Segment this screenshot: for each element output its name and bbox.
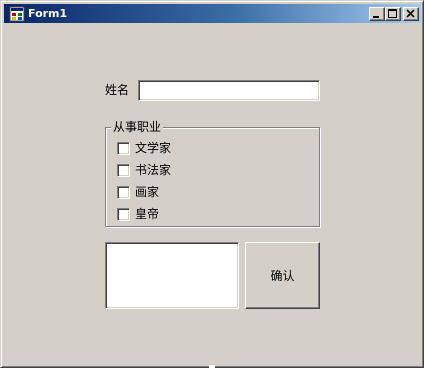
window-title: Form1	[28, 7, 68, 20]
output-textbox[interactable]	[105, 242, 239, 309]
occupation-group-caption: 从事职业	[111, 120, 164, 134]
app-window-icon[interactable]	[9, 6, 25, 22]
confirm-button[interactable]: 确认	[245, 242, 320, 309]
minimize-icon	[373, 16, 379, 18]
minimize-button[interactable]	[369, 7, 385, 21]
calligrapher-checkbox[interactable]	[117, 164, 130, 177]
emperor-checkbox-label[interactable]: 皇帝	[135, 207, 159, 221]
close-icon	[406, 9, 415, 18]
name-input[interactable]	[138, 80, 320, 101]
emperor-checkbox[interactable]	[117, 208, 130, 221]
painter-checkbox-label[interactable]: 画家	[135, 185, 159, 199]
maximize-button[interactable]	[385, 7, 401, 21]
writer-checkbox-label[interactable]: 文学家	[135, 141, 171, 155]
name-label: 姓名	[105, 83, 130, 97]
painter-checkbox[interactable]	[117, 186, 130, 199]
close-button[interactable]	[403, 7, 419, 21]
writer-checkbox[interactable]	[117, 142, 130, 155]
calligrapher-checkbox-label[interactable]: 书法家	[135, 163, 171, 177]
maximize-icon	[388, 9, 397, 18]
form1-window: Form1 姓名 从事职业 文学家 书法家 画家 皇帝 确认	[0, 0, 424, 368]
